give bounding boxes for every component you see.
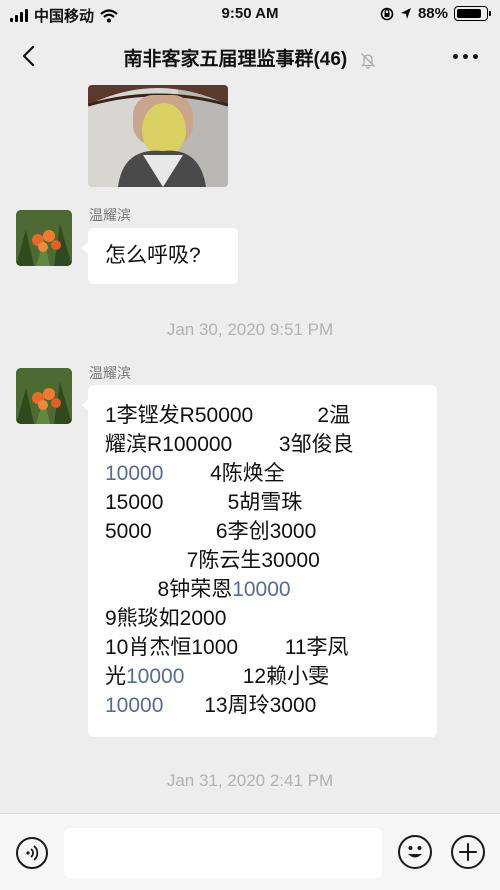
photo-image: [88, 85, 228, 187]
message-segment: 耀滨R100000: [105, 433, 233, 456]
message-line: 8钟荣恩10000: [105, 575, 419, 604]
voice-icon[interactable]: [16, 837, 48, 869]
phone-number-link[interactable]: 10000: [232, 578, 290, 601]
back-chevron-icon[interactable]: [18, 44, 42, 68]
avatar[interactable]: [16, 368, 72, 424]
message-segment: 2温: [253, 404, 351, 427]
plus-icon[interactable]: [451, 835, 485, 869]
location-icon: [400, 7, 411, 19]
status-bar: 中国移动 9:50 AM 88%: [0, 0, 500, 30]
emoji-icon[interactable]: [398, 835, 432, 869]
message-text: 怎么呼吸?: [105, 244, 201, 267]
message-segment: 15000: [105, 491, 164, 514]
timestamp: Jan 31, 2020 2:41 PM: [166, 771, 334, 790]
message-line: 耀滨R100000 3邹俊良: [105, 430, 419, 459]
message-segment: 3邹俊良: [232, 433, 354, 456]
message-segment: 11李凤: [238, 636, 349, 659]
message-segment: 6李创3000: [151, 520, 317, 543]
phone-number-link[interactable]: 10000: [105, 462, 163, 485]
message-line: 7陈云生30000: [105, 546, 419, 575]
input-bar: [0, 813, 500, 890]
battery-icon: [454, 6, 491, 21]
message-line: 10000 13周玲3000: [105, 691, 419, 720]
message-input[interactable]: [64, 828, 382, 878]
message-segment: 4陈焕全: [163, 462, 285, 485]
message-bubble[interactable]: 1李铿发R50000 2温 耀滨R100000 3邹俊良 10000 4陈焕全 150…: [82, 385, 437, 737]
sender-name: 温耀滨: [89, 365, 131, 381]
message-segment: 5胡雪珠: [163, 491, 303, 514]
image-message[interactable]: [88, 85, 228, 187]
rotation-lock-icon: [380, 7, 394, 20]
bell-slash-icon: [360, 53, 375, 69]
message-line: 5000 6李创3000: [105, 517, 419, 546]
message-segment: 9熊琰如2000: [105, 607, 227, 630]
avatar[interactable]: [16, 210, 72, 266]
message-segment: 13周玲3000: [163, 694, 317, 717]
message-line: 1李铿发R50000 2温: [105, 401, 419, 430]
chat-area[interactable]: 温耀滨 怎么呼吸? Jan 30, 2020 9:51 PM 温耀滨 1李铿发R…: [0, 85, 500, 813]
message-segment: 10肖杰恒1000: [105, 636, 239, 659]
message-segment: 8钟荣恩: [105, 578, 233, 601]
message-line: 10肖杰恒1000 11李凤: [105, 633, 419, 662]
phone-number-link[interactable]: 10000: [126, 665, 184, 688]
message-segment: 12赖小雯: [184, 665, 330, 688]
message-bubble[interactable]: 怎么呼吸?: [82, 228, 238, 284]
message-line: 光10000 12赖小雯: [105, 662, 419, 691]
message-segment: 1李铿发R50000: [105, 404, 254, 427]
message-segment: 光: [105, 665, 126, 688]
message-text: 1李铿发R50000 2温 耀滨R100000 3邹俊良 10000 4陈焕全 150…: [105, 401, 419, 720]
more-dots-icon[interactable]: [453, 54, 478, 59]
battery-percent: 88%: [417, 5, 448, 22]
message-line: 9熊琰如2000: [105, 604, 419, 633]
message-segment: 5000: [105, 520, 152, 543]
chat-title: 南非客家五届理监事群(46): [123, 49, 348, 70]
message-segment: 7陈云生30000: [105, 549, 320, 572]
message-line: 15000 5胡雪珠: [105, 488, 419, 517]
nav-bar: 南非客家五届理监事群(46): [0, 30, 500, 85]
timestamp: Jan 30, 2020 9:51 PM: [166, 320, 334, 339]
message-line: 10000 4陈焕全: [105, 459, 419, 488]
sender-name: 温耀滨: [89, 207, 131, 223]
phone-number-link[interactable]: 10000: [105, 694, 163, 717]
